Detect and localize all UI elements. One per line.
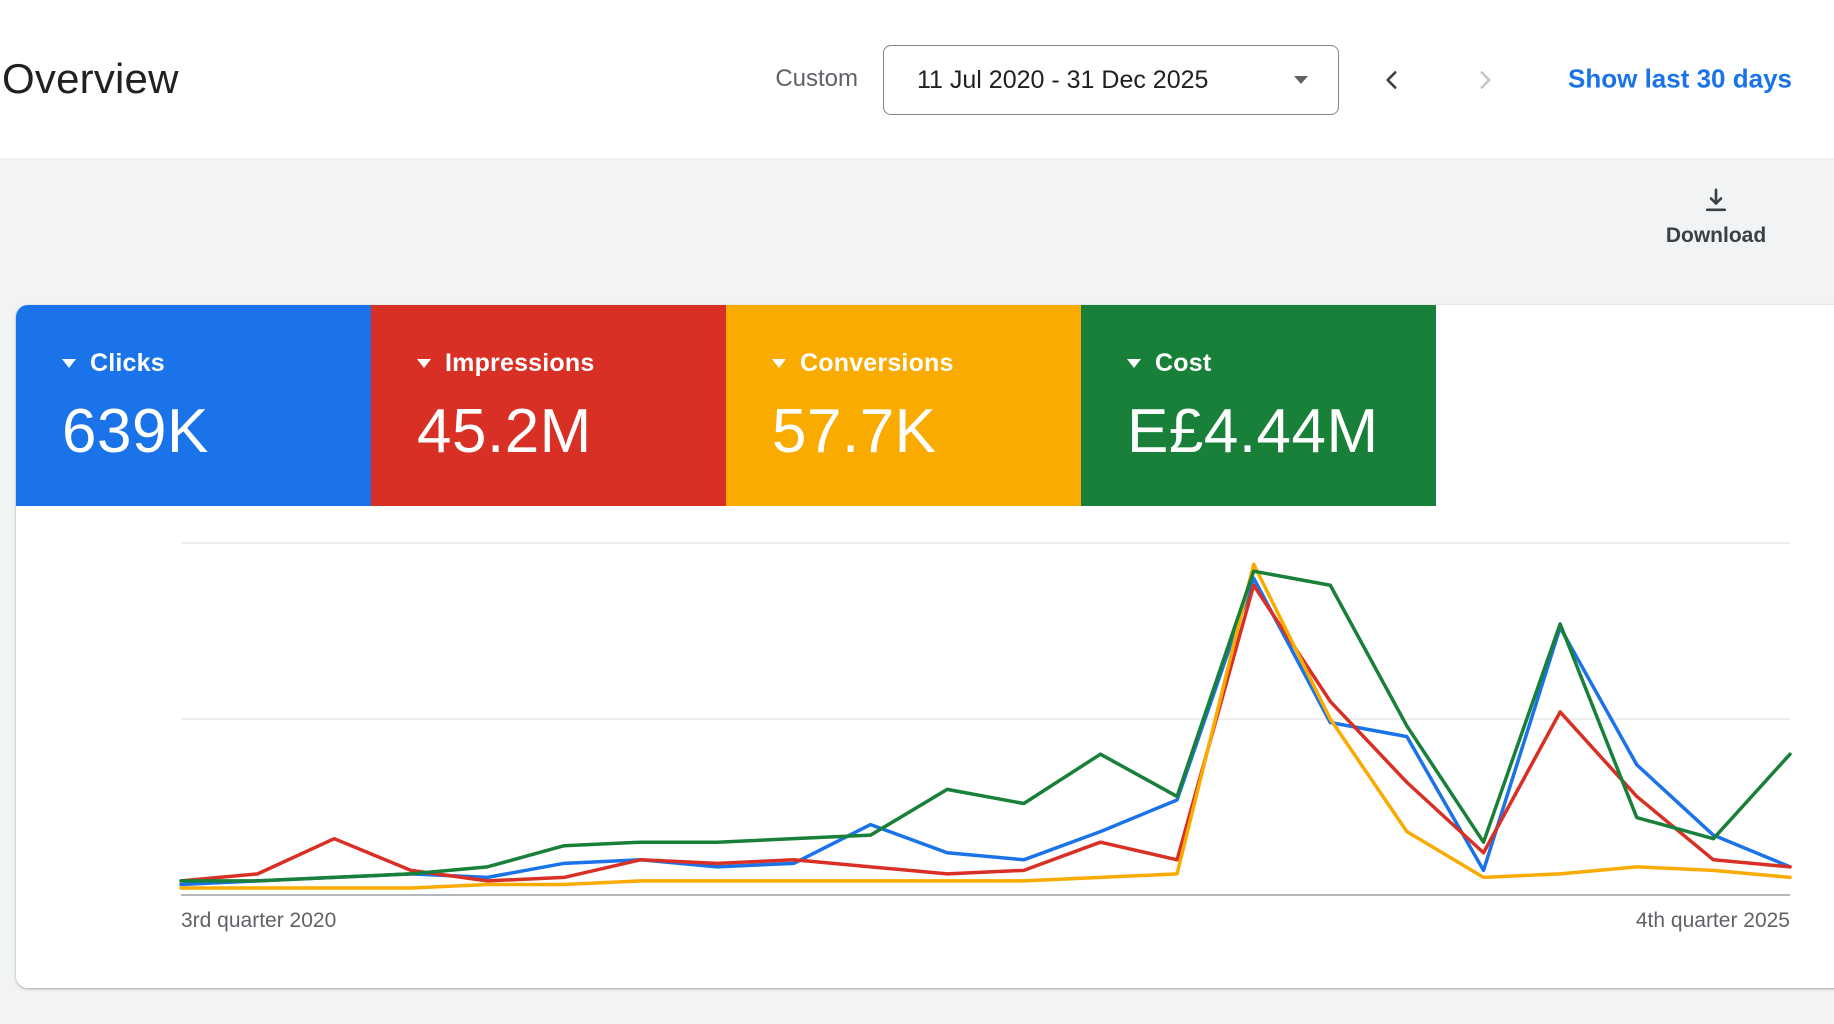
- download-label: Download: [1665, 224, 1767, 247]
- metric-tile-clicks[interactable]: Clicks 639K: [16, 305, 371, 506]
- overview-chart: [179, 542, 1792, 896]
- page-title: Overview: [2, 55, 179, 102]
- metric-label: Cost: [1155, 349, 1212, 377]
- date-range-value: 11 Jul 2020 - 31 Dec 2025: [917, 65, 1209, 94]
- header: Overview Custom 11 Jul 2020 - 31 Dec 202…: [0, 0, 1834, 158]
- x-axis-label-end: 4th quarter 2025: [1635, 909, 1790, 932]
- metric-label: Clicks: [90, 349, 165, 377]
- x-axis-label-start: 3rd quarter 2020: [181, 909, 337, 932]
- metric-dropdown-icon: [1127, 359, 1141, 368]
- metric-tile-cost[interactable]: Cost E£4.44M: [1081, 305, 1436, 506]
- metric-tile-impressions[interactable]: Impressions 45.2M: [371, 305, 726, 506]
- metric-tiles: Clicks 639K Impressions 45.2M Conversion…: [16, 305, 1436, 506]
- metric-value: 639K: [62, 397, 209, 466]
- summary-card: Clicks 639K Impressions 45.2M Conversion…: [16, 305, 1834, 988]
- metric-label: Conversions: [800, 349, 954, 377]
- chevron-left-icon: [1386, 71, 1397, 89]
- chevron-right-icon: [1480, 71, 1491, 89]
- performance-chart-area: 3rd quarter 2020 4th quarter 2025: [16, 506, 1834, 988]
- metric-dropdown-icon: [417, 359, 431, 368]
- show-last-30-days-link[interactable]: Show last 30 days: [1568, 64, 1792, 95]
- date-range-picker[interactable]: 11 Jul 2020 - 31 Dec 2025: [883, 45, 1339, 115]
- next-range-button[interactable]: [1461, 56, 1509, 104]
- download-button[interactable]: Download: [1646, 186, 1786, 248]
- chevron-down-icon: [1294, 76, 1308, 84]
- metric-tile-conversions[interactable]: Conversions 57.7K: [726, 305, 1081, 506]
- date-mode-label: Custom: [775, 65, 858, 92]
- metric-dropdown-icon: [772, 359, 786, 368]
- metric-value: 45.2M: [417, 397, 592, 466]
- metric-value: 57.7K: [772, 397, 937, 466]
- download-icon: [1705, 188, 1727, 212]
- metric-dropdown-icon: [62, 359, 76, 368]
- metric-value: E£4.44M: [1127, 397, 1379, 466]
- google-ads-overview-page: Overview Custom 11 Jul 2020 - 31 Dec 202…: [0, 0, 1834, 1024]
- previous-range-button[interactable]: [1368, 56, 1416, 104]
- metric-label: Impressions: [445, 349, 595, 377]
